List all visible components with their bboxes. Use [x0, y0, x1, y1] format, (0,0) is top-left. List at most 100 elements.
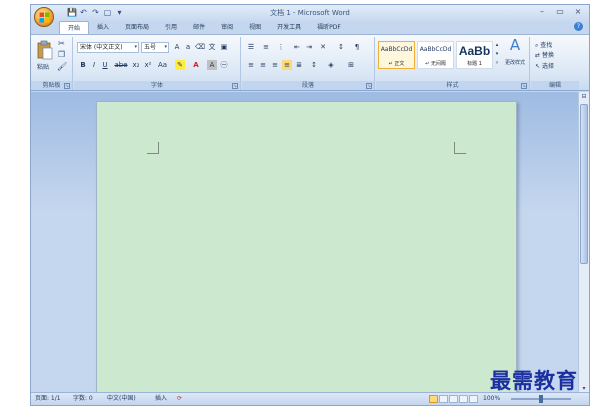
- paste-button[interactable]: 粘贴: [37, 62, 49, 71]
- font-name-value: 宋体 (中文正文): [80, 44, 123, 51]
- style-sample: AaBb: [458, 44, 491, 58]
- full-screen-view-icon[interactable]: [439, 395, 448, 403]
- highlight-icon[interactable]: ✎: [175, 60, 185, 70]
- select-button[interactable]: ↖ 选择: [535, 61, 554, 70]
- margin-corner-top-right: [454, 142, 466, 154]
- shading-icon[interactable]: ◈: [326, 60, 336, 70]
- multilevel-list-icon[interactable]: ⋮: [276, 42, 286, 52]
- show-marks-icon[interactable]: ¶: [352, 42, 362, 52]
- macro-record-icon[interactable]: ⟳: [177, 393, 182, 405]
- italic-button[interactable]: I: [89, 60, 99, 70]
- tab-review[interactable]: 审阅: [213, 21, 241, 34]
- tab-references[interactable]: 引用: [157, 21, 185, 34]
- tab-page-layout[interactable]: 页面布局: [117, 21, 157, 34]
- paste-icon[interactable]: [37, 40, 53, 60]
- clear-format-icon[interactable]: ⌫: [195, 42, 205, 52]
- justify-icon[interactable]: ≡: [282, 60, 292, 70]
- editing-group: ⌕ 查找 ⇄ 替换 ↖ 选择 编辑: [531, 37, 579, 90]
- page-count[interactable]: 页面: 1/1: [35, 393, 61, 405]
- paragraph-launcher-icon[interactable]: ↘: [366, 83, 372, 89]
- replace-icon: ⇄: [535, 52, 541, 59]
- styles-group-label: 样式: [376, 81, 529, 90]
- tab-mailings[interactable]: 邮件: [185, 21, 213, 34]
- find-button[interactable]: ⌕ 查找: [535, 40, 552, 50]
- chevron-down-icon: ▾: [164, 44, 167, 50]
- style-normal[interactable]: AaBbCcDd ↵ 正文: [378, 41, 415, 69]
- change-styles-button[interactable]: 更改样式: [500, 59, 530, 66]
- print-layout-view-icon[interactable]: [429, 395, 438, 403]
- ribbon: 粘贴 ✂ ❐ 🖌 剪贴板 ↘ 宋体 (中文正文) ▾ 五号 ▾ A a ⌫ 文 …: [31, 34, 589, 91]
- enclose-char-icon[interactable]: ㊀: [219, 60, 229, 70]
- word-count[interactable]: 字数: 0: [73, 393, 93, 405]
- styles-group: AaBbCcDd ↵ 正文 AaBbCcDd ↵ 无间隔 AaBb 标题 1 ▴…: [376, 37, 530, 90]
- style-sample: AaBbCcDd: [380, 46, 413, 53]
- chevron-down-icon: ▾: [134, 44, 137, 50]
- numbering-icon[interactable]: ≡: [261, 42, 271, 52]
- maximize-button[interactable]: ▭: [553, 6, 567, 18]
- distributed-icon[interactable]: ≣: [294, 60, 304, 70]
- close-button[interactable]: ×: [571, 6, 585, 18]
- language-indicator[interactable]: 中文(中国): [107, 393, 136, 405]
- scrollbar-thumb[interactable]: [580, 104, 588, 264]
- zoom-slider[interactable]: [511, 395, 571, 403]
- tab-view[interactable]: 视图: [241, 21, 269, 34]
- font-size-combo[interactable]: 五号 ▾: [141, 42, 169, 53]
- font-name-combo[interactable]: 宋体 (中文正文) ▾: [77, 42, 139, 53]
- change-styles-icon[interactable]: A: [504, 38, 526, 56]
- office-button[interactable]: [34, 7, 54, 27]
- font-size-value: 五号: [144, 44, 157, 51]
- web-view-icon[interactable]: [449, 395, 458, 403]
- subscript-button[interactable]: x₂: [131, 60, 141, 70]
- draft-view-icon[interactable]: [469, 395, 478, 403]
- style-name: ↵ 无间隔: [425, 61, 446, 67]
- find-label: 查找: [540, 42, 553, 49]
- align-left-icon[interactable]: ≡: [246, 60, 256, 70]
- phonetic-guide-icon[interactable]: 文: [207, 42, 217, 52]
- grow-font-icon[interactable]: A: [172, 42, 182, 52]
- char-border-icon[interactable]: ▣: [219, 42, 229, 52]
- vertical-scrollbar[interactable]: ⊟ ▾: [578, 92, 589, 394]
- tab-insert[interactable]: 插入: [89, 21, 117, 34]
- bullets-icon[interactable]: ☰: [246, 42, 256, 52]
- font-launcher-icon[interactable]: ↘: [232, 83, 238, 89]
- view-buttons: [429, 395, 478, 403]
- replace-button[interactable]: ⇄ 替换: [535, 50, 554, 59]
- align-center-icon[interactable]: ≡: [258, 60, 268, 70]
- strikethrough-button[interactable]: abe: [114, 60, 128, 70]
- tab-home[interactable]: 开始: [59, 21, 90, 34]
- style-no-spacing[interactable]: AaBbCcDd ↵ 无间隔: [417, 41, 454, 69]
- tab-foxit-pdf[interactable]: 福昕PDF: [309, 21, 349, 34]
- document-page[interactable]: [96, 101, 517, 401]
- help-icon[interactable]: ?: [574, 22, 583, 31]
- window-title: 文档 1 - Microsoft Word: [270, 9, 350, 17]
- borders-icon[interactable]: ⊞: [346, 60, 356, 70]
- underline-button[interactable]: U: [100, 60, 110, 70]
- font-color-icon[interactable]: A: [191, 60, 201, 70]
- superscript-button[interactable]: x²: [143, 60, 153, 70]
- tab-developer[interactable]: 开发工具: [269, 21, 309, 34]
- minimize-button[interactable]: –: [535, 6, 549, 18]
- clipboard-group: 粘贴 ✂ ❐ 🖌 剪贴板 ↘: [31, 37, 73, 90]
- window-controls: – ▭ ×: [535, 6, 585, 18]
- format-painter-icon[interactable]: 🖌: [57, 62, 67, 71]
- office-logo-icon: [39, 12, 50, 23]
- align-right-icon[interactable]: ≡: [270, 60, 280, 70]
- sort-icon[interactable]: ↕: [336, 42, 346, 52]
- zoom-slider-thumb[interactable]: [539, 395, 543, 403]
- ruler-toggle-icon[interactable]: ⊟: [579, 92, 589, 102]
- cut-icon[interactable]: ✂: [57, 39, 66, 48]
- line-spacing-icon[interactable]: ↕: [309, 60, 319, 70]
- insert-mode[interactable]: 插入: [155, 393, 167, 405]
- increase-indent-icon[interactable]: ⇥: [304, 42, 314, 52]
- shrink-font-icon[interactable]: a: [183, 42, 193, 52]
- chinese-layout-icon[interactable]: ✕: [318, 42, 328, 52]
- bold-button[interactable]: B: [78, 60, 88, 70]
- change-case-button[interactable]: Aa: [156, 60, 169, 70]
- clipboard-launcher-icon[interactable]: ↘: [64, 83, 70, 89]
- style-heading-1[interactable]: AaBb 标题 1: [456, 41, 493, 69]
- decrease-indent-icon[interactable]: ⇤: [292, 42, 302, 52]
- outline-view-icon[interactable]: [459, 395, 468, 403]
- copy-icon[interactable]: ❐: [57, 50, 66, 59]
- styles-launcher-icon[interactable]: ↘: [521, 83, 527, 89]
- char-shading-icon[interactable]: A: [207, 60, 217, 70]
